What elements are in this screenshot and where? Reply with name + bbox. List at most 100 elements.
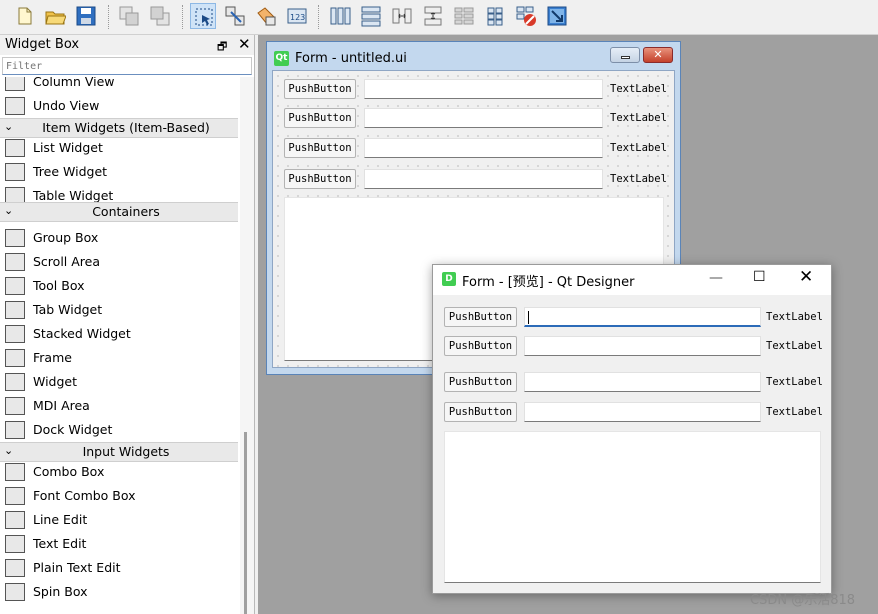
widget-item-label: Combo Box (33, 464, 105, 479)
designer-app-icon: D (442, 272, 456, 286)
push-button[interactable]: PushButton (444, 336, 517, 356)
text-label: TextLabel (610, 173, 667, 185)
widget-item-label: Plain Text Edit (33, 560, 121, 575)
push-button[interactable]: PushButton (444, 372, 517, 392)
widget-list-item[interactable]: Undo View (0, 94, 240, 118)
push-button[interactable]: PushButton (444, 402, 517, 422)
layout-in-form-layout-icon[interactable] (451, 3, 477, 29)
text-edit-icon (5, 535, 25, 553)
widget-category-header[interactable]: ⌄ Item Widgets (Item-Based) (0, 118, 238, 138)
new-form-icon[interactable] (11, 3, 37, 29)
bring-to-front-icon[interactable] (116, 3, 142, 29)
edit-signals-slots-icon[interactable] (222, 3, 248, 29)
line-edit[interactable] (364, 108, 603, 128)
widget-item-label: Scroll Area (33, 254, 101, 269)
close-dock-icon[interactable]: ✕ (238, 35, 251, 53)
layout-horizontal-splitter-icon[interactable] (389, 3, 415, 29)
float-dock-icon[interactable]: 🗗 (217, 38, 227, 57)
close-button[interactable]: ✕ (799, 267, 813, 287)
widget-list-item[interactable]: Tab Widget (0, 298, 240, 322)
line-edit[interactable] (524, 336, 761, 356)
widget-list-item[interactable]: Frame (0, 346, 240, 370)
line-edit[interactable] (524, 307, 761, 327)
widget-item-label: Tool Box (33, 278, 85, 293)
preview-titlebar[interactable]: D Form - [预览] - Qt Designer — ☐ ✕ (433, 265, 831, 295)
minimize-button[interactable] (610, 47, 640, 63)
line-edit[interactable] (524, 372, 761, 392)
break-layout-icon[interactable] (513, 3, 539, 29)
widget-list-item[interactable]: Tree Widget (0, 160, 240, 184)
widget-item-label: Frame (33, 350, 72, 365)
widget-item-label: Tree Widget (33, 164, 108, 179)
adjust-size-icon[interactable] (544, 3, 570, 29)
widget-list-item[interactable]: Line Edit (0, 508, 240, 532)
widget-list-item[interactable]: Column View (0, 77, 240, 94)
widget-item-label: Spin Box (33, 584, 88, 599)
widget-list-item[interactable]: Tool Box (0, 274, 240, 298)
form-titlebar[interactable]: Qt Form - untitled.ui ✕ (267, 42, 680, 70)
close-button[interactable]: ✕ (643, 47, 673, 63)
widget-category-header[interactable]: ⌄ Input Widgets (0, 442, 238, 462)
line-edit[interactable] (364, 169, 603, 189)
widget-item-label: Stacked Widget (33, 326, 131, 341)
widget-box-scrollbar[interactable] (240, 77, 254, 614)
widget-list-item[interactable]: Widget (0, 370, 240, 394)
push-button[interactable]: PushButton (284, 138, 356, 158)
widget-category-header[interactable]: ⌄ Containers (0, 202, 238, 222)
line-edit[interactable] (524, 402, 761, 422)
widget-list-item[interactable]: MDI Area (0, 394, 240, 418)
preview-title: Form - [预览] - Qt Designer (462, 275, 635, 290)
preview-window[interactable]: D Form - [预览] - Qt Designer — ☐ ✕ PushBu… (432, 264, 832, 594)
text-label: TextLabel (610, 112, 667, 124)
widget-list-item[interactable]: List Widget (0, 136, 240, 160)
line-edit[interactable] (364, 79, 603, 99)
widget-list-item[interactable]: Combo Box (0, 460, 240, 484)
widget-item-label: Text Edit (33, 536, 87, 551)
widget-list-item[interactable]: Text Edit (0, 532, 240, 556)
form-title: Form - untitled.ui (295, 51, 407, 66)
layout-vertically-icon[interactable] (358, 3, 384, 29)
dock-widget-icon (5, 421, 25, 439)
save-form-icon[interactable] (73, 3, 99, 29)
layout-in-grid-icon[interactable] (482, 3, 508, 29)
layout-horizontally-icon[interactable] (327, 3, 353, 29)
widget-filter-input[interactable] (2, 57, 252, 75)
widget-list-item[interactable]: Spin Box (0, 580, 240, 604)
combo-box-icon (5, 463, 25, 481)
spin-box-icon (5, 583, 25, 601)
scrollbar-thumb[interactable] (244, 432, 247, 614)
push-button[interactable]: PushButton (284, 108, 356, 128)
push-button[interactable]: PushButton (284, 169, 356, 189)
text-edit-area[interactable] (444, 431, 821, 583)
widget-item-label: Font Combo Box (33, 488, 136, 503)
widget-item-label: Column View (33, 77, 115, 89)
minimize-button[interactable]: — (709, 270, 723, 286)
widget-list-item[interactable]: Group Box (0, 226, 240, 250)
widget-category-label: Item Widgets (Item-Based) (42, 120, 210, 135)
widget-item-label: Line Edit (33, 512, 88, 527)
push-button[interactable]: PushButton (284, 79, 356, 99)
open-form-icon[interactable] (42, 3, 68, 29)
edit-tab-order-icon[interactable]: 123 (284, 3, 310, 29)
widget-list-item[interactable]: Dock Widget (0, 418, 240, 442)
push-button[interactable]: PushButton (444, 307, 517, 327)
font-combo-box-icon (5, 487, 25, 505)
widget-list-item[interactable]: Plain Text Edit (0, 556, 240, 580)
tab-widget-icon (5, 301, 25, 319)
toolbar-separator (108, 5, 110, 29)
edit-buddies-icon[interactable] (253, 3, 279, 29)
widget-list-item[interactable]: Scroll Area (0, 250, 240, 274)
tool-box-icon (5, 277, 25, 295)
widget-list: Column View Undo View ⌄ Item Widgets (Item-… (0, 77, 240, 614)
widget-list-item[interactable]: Font Combo Box (0, 484, 240, 508)
widget-list-item[interactable]: Stacked Widget (0, 322, 240, 346)
widget-item-label: Table Widget (33, 188, 114, 203)
line-edit[interactable] (364, 138, 603, 158)
maximize-button[interactable]: ☐ (753, 269, 766, 285)
group-box-icon (5, 229, 25, 247)
toolbar-separator (318, 5, 320, 29)
layout-vertical-splitter-icon[interactable] (420, 3, 446, 29)
toolbar-separator (182, 5, 184, 29)
edit-widgets-icon[interactable] (190, 3, 216, 29)
send-to-back-icon[interactable] (147, 3, 173, 29)
